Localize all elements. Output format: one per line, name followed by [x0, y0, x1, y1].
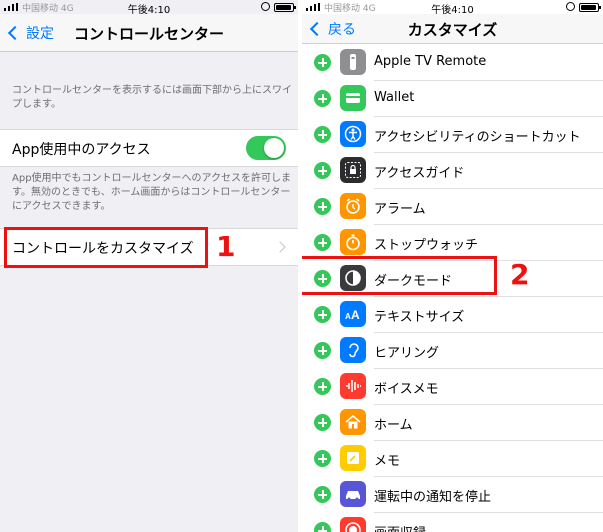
list-item: メモ	[302, 441, 603, 477]
add-control-icon[interactable]	[314, 126, 331, 143]
remote-icon	[340, 49, 366, 75]
step1-number: 1	[216, 230, 236, 263]
add-control-icon[interactable]	[314, 198, 331, 215]
list-item: Apple TV Remote	[302, 45, 603, 81]
lock-icon	[340, 157, 366, 183]
add-control-icon[interactable]	[314, 414, 331, 431]
control-label: Apple TV Remote	[374, 54, 487, 69]
step1-highlight-box	[4, 227, 208, 268]
list-item: ヒアリング	[302, 333, 603, 369]
step2-highlight-box	[302, 256, 497, 295]
add-control-icon[interactable]	[314, 54, 331, 71]
page-title: コントロールセンター	[73, 25, 224, 43]
car-icon	[340, 481, 366, 507]
rotation-lock-icon	[261, 2, 270, 11]
add-control-icon[interactable]	[314, 342, 331, 359]
add-control-icon[interactable]	[314, 522, 331, 532]
wallet-icon	[340, 85, 366, 111]
text-size-icon: AA	[340, 301, 366, 327]
page-title: カスタマイズ	[407, 21, 498, 39]
step2-number: 2	[510, 258, 530, 291]
access-toggle[interactable]	[246, 136, 286, 160]
battery-icon	[579, 3, 601, 12]
chevron-right-icon	[274, 241, 286, 253]
control-label: 運転中の通知を停止	[374, 490, 492, 505]
list-item: アクセシビリティのショートカット	[302, 117, 603, 153]
voice-memo-icon	[340, 373, 366, 399]
nav-bar: 設定 コントロールセンター	[0, 14, 298, 52]
status-bar: 中国移动 4G 午後4:10	[0, 0, 298, 16]
control-label: ストップウォッチ	[374, 238, 479, 253]
control-label: メモ	[374, 454, 401, 469]
access-row-label: App使用中のアクセス	[12, 142, 151, 158]
notes-icon	[340, 445, 366, 471]
intro-text: コントロールセンターを表示するには画面下部から上にスワイプします。	[12, 85, 292, 110]
list-item: ホーム	[302, 405, 603, 441]
list-item: アクセスガイド	[302, 153, 603, 189]
list-item: 運転中の通知を停止	[302, 477, 603, 513]
toggle-knob	[264, 138, 284, 158]
accessibility-icon	[340, 121, 366, 147]
list-item: アラーム	[302, 189, 603, 225]
add-control-icon[interactable]	[314, 234, 331, 251]
control-label: ヒアリング	[374, 346, 440, 361]
stopwatch-icon	[340, 229, 366, 255]
control-label: Wallet	[374, 90, 415, 105]
battery-icon	[274, 3, 296, 12]
svg-text:A: A	[351, 308, 360, 322]
control-label: ボイスメモ	[374, 382, 439, 397]
left-screen: 中国移动 4G 午後4:10 設定 コントロールセンター コントロールセンターを…	[0, 0, 298, 532]
list-item: 画面収録	[302, 513, 603, 532]
add-control-icon[interactable]	[314, 306, 331, 323]
control-label: ホーム	[374, 418, 413, 433]
control-label: 画面収録	[374, 522, 426, 532]
nav-bar: 戻る カスタマイズ	[302, 14, 603, 44]
record-icon	[340, 517, 366, 532]
add-control-icon[interactable]	[314, 378, 331, 395]
add-control-icon[interactable]	[314, 450, 331, 467]
status-bar: 中国移动 4G 午後4:10	[302, 0, 603, 16]
right-screen: Apple TV Remote Wallet アクセシビリティのショートカット アクセ…	[302, 0, 603, 532]
list-item: A A テキストサイズ	[302, 297, 603, 333]
control-label: アラーム	[374, 202, 426, 217]
add-control-icon[interactable]	[314, 90, 331, 107]
rotation-lock-icon	[566, 2, 575, 11]
control-label: テキストサイズ	[374, 310, 465, 325]
access-row: App使用中のアクセス	[0, 129, 298, 167]
control-label: アクセシビリティのショートカット	[374, 130, 581, 145]
access-note: App使用中でもコントロールセンターへのアクセスを許可します。無効のときでも、ホ…	[12, 173, 292, 212]
ear-icon	[340, 337, 366, 363]
add-control-icon[interactable]	[314, 486, 331, 503]
list-item: Wallet	[302, 81, 603, 117]
control-label: アクセスガイド	[374, 166, 465, 181]
alarm-icon	[340, 193, 366, 219]
home-icon	[340, 409, 366, 435]
add-control-icon[interactable]	[314, 162, 331, 179]
list-item: ボイスメモ	[302, 369, 603, 405]
